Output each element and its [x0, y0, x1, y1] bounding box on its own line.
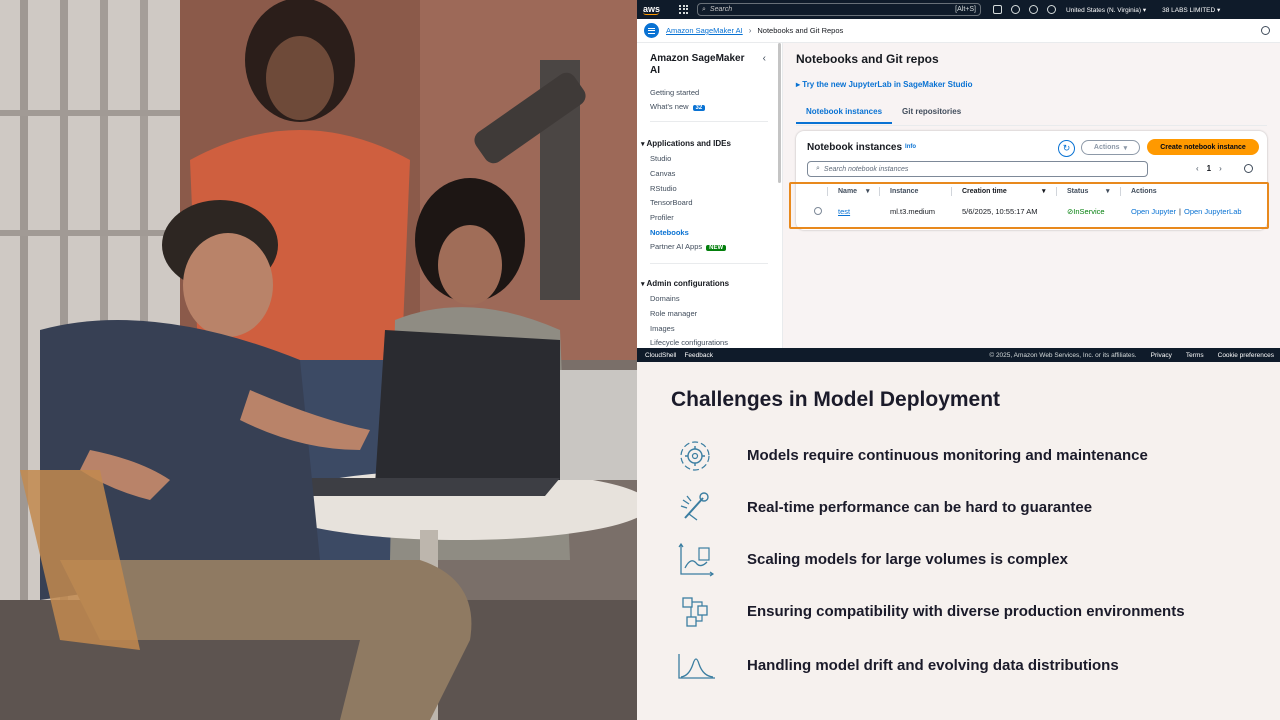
caret-down-icon: ▾ — [1123, 144, 1128, 152]
menu-toggle-icon[interactable] — [644, 23, 659, 38]
next-page-icon[interactable]: › — [1219, 164, 1222, 173]
sidebar-item-lifecycle-configurations[interactable]: Lifecycle configurations — [650, 338, 728, 347]
tab-divider — [796, 125, 1267, 126]
page-title: Notebooks and Git repos — [796, 52, 939, 66]
bullet-text: Models require continuous monitoring and… — [747, 447, 1148, 464]
aws-top-navigation: aws ⌕ Search [Alt+S] United States (N. V… — [637, 0, 1280, 19]
bullet-text: Handling model drift and evolving data d… — [747, 657, 1119, 674]
notifications-bell-icon[interactable] — [1011, 5, 1020, 14]
table-preferences-gear-icon[interactable] — [1244, 164, 1253, 173]
tab-git-repositories[interactable]: Git repositories — [892, 105, 971, 124]
gear-cycle-icon — [680, 441, 710, 471]
sidebar-item-whats-new[interactable]: What's new 32 — [650, 102, 706, 111]
bullet-item: Models require continuous monitoring and… — [671, 436, 1271, 476]
sidebar-scrollbar[interactable] — [778, 43, 781, 183]
sidebar-section-applications[interactable]: Applications and IDEs — [641, 139, 730, 148]
distribution-curve-icon — [678, 654, 715, 679]
actions-label: Actions — [1093, 144, 1120, 151]
panel-title-text: Notebook instances — [807, 142, 903, 153]
bullet-item: Ensuring compatibility with diverse prod… — [671, 592, 1271, 632]
sidebar-item-role-manager[interactable]: Role manager — [650, 309, 697, 318]
search-placeholder: Search — [709, 6, 733, 13]
search-icon: ⌕ — [816, 165, 820, 172]
breadcrumb-parent-link[interactable]: Amazon SageMaker AI — [666, 26, 743, 35]
global-search-input[interactable]: ⌕ Search [Alt+S] — [697, 3, 981, 16]
account-menu[interactable]: 38 LABS LIMITED ▾ — [1162, 6, 1220, 14]
settings-gear-icon[interactable] — [1047, 5, 1056, 14]
row-highlight-box — [789, 182, 1269, 229]
bullet-item: Scaling models for large volumes is comp… — [671, 540, 1271, 580]
sidebar-collapse-icon[interactable]: ‹ — [763, 53, 766, 64]
sidebar-item-notebooks[interactable]: Notebooks — [650, 228, 689, 237]
count-badge: 32 — [692, 105, 706, 111]
create-notebook-instance-button[interactable]: Create notebook instance — [1147, 139, 1259, 155]
pagination: ‹ 1 › — [1196, 164, 1222, 173]
panel-title: Notebook instances Info — [807, 142, 916, 153]
search-shortcut: [Alt+S] — [955, 6, 976, 13]
sidebar-divider — [650, 121, 768, 122]
bullet-item: Real-time performance can be hard to gua… — [671, 488, 1271, 528]
speed-tool-icon — [680, 492, 709, 521]
services-grid-icon[interactable] — [679, 4, 689, 15]
tab-notebook-instances[interactable]: Notebook instances — [796, 105, 893, 124]
aws-console-screenshot: aws ⌕ Search [Alt+S] United States (N. V… — [637, 0, 1280, 362]
sidebar-item-domains[interactable]: Domains — [650, 294, 680, 303]
cloudshell-link[interactable]: CloudShell — [645, 352, 676, 359]
search-placeholder: Search notebook instances — [823, 165, 909, 173]
new-badge: NEW — [706, 245, 727, 251]
bullet-item: Handling model drift and evolving data d… — [671, 646, 1271, 686]
bullet-text: Scaling models for large volumes is comp… — [747, 551, 1068, 568]
page-number[interactable]: 1 — [1207, 164, 1211, 173]
breadcrumb-current: Notebooks and Git Repos — [757, 26, 844, 35]
sidebar-section-admin[interactable]: Admin configurations — [641, 279, 729, 288]
prev-page-icon[interactable]: ‹ — [1196, 164, 1199, 173]
page-settings-gear-icon[interactable] — [1261, 26, 1270, 35]
cookie-preferences-link[interactable]: Cookie preferences — [1218, 352, 1274, 359]
try-jupyterlab-link[interactable]: Try the new JupyterLab in SageMaker Stud… — [796, 80, 972, 89]
sidebar-navigation: Amazon SageMaker AI ‹ Getting started Wh… — [637, 43, 783, 348]
aws-logo[interactable]: aws — [643, 3, 673, 15]
scaling-chart-icon — [678, 542, 715, 577]
breadcrumb-bar: Amazon SageMaker AI › Notebooks and Git … — [637, 19, 1280, 43]
privacy-link[interactable]: Privacy — [1151, 352, 1172, 359]
aws-logo-text: aws — [643, 3, 661, 14]
notebook-search-input[interactable]: ⌕ Search notebook instances — [807, 161, 1148, 177]
region-selector[interactable]: United States (N. Virginia) ▾ — [1066, 6, 1146, 14]
console-footer: CloudShell Feedback © 2025, Amazon Web S… — [637, 348, 1280, 362]
breadcrumb-chevron-icon: › — [748, 26, 752, 35]
refresh-icon[interactable]: ↻ — [1058, 140, 1075, 157]
sidebar-item-rstudio[interactable]: RStudio — [650, 184, 677, 193]
sidebar-item-label: Partner AI Apps — [650, 242, 703, 251]
sidebar-divider — [650, 263, 768, 264]
bullet-text: Real-time performance can be hard to gua… — [747, 499, 1093, 516]
connected-blocks-icon — [682, 597, 708, 627]
tabs: Notebook instances Git repositories — [796, 105, 971, 124]
terms-link[interactable]: Terms — [1186, 352, 1204, 359]
sidebar-item-getting-started[interactable]: Getting started — [650, 88, 699, 97]
sidebar-item-studio[interactable]: Studio — [650, 154, 671, 163]
sidebar-item-partner-ai-apps[interactable]: Partner AI Apps NEW — [650, 242, 727, 251]
feedback-link[interactable]: Feedback — [684, 352, 713, 359]
sidebar-item-canvas[interactable]: Canvas — [650, 169, 675, 178]
bullet-text: Ensuring compatibility with diverse prod… — [747, 603, 1185, 620]
cloudshell-icon[interactable] — [993, 5, 1002, 14]
info-link[interactable]: Info — [905, 144, 916, 150]
help-icon[interactable] — [1029, 5, 1038, 14]
copyright-text: © 2025, Amazon Web Services, Inc. or its… — [989, 351, 1137, 359]
sidebar-item-images[interactable]: Images — [650, 324, 675, 333]
sidebar-item-label: What's new — [650, 102, 689, 111]
actions-dropdown-button[interactable]: Actions ▾ — [1081, 140, 1140, 155]
sidebar-title: Amazon SageMaker AI — [650, 53, 745, 76]
slide-title: Challenges in Model Deployment — [671, 388, 1001, 411]
search-icon: ⌕ — [702, 5, 706, 13]
sidebar-item-profiler[interactable]: Profiler — [650, 213, 674, 222]
sidebar-item-tensorboard[interactable]: TensorBoard — [650, 198, 693, 207]
stock-photo-team-at-laptop — [0, 0, 637, 720]
slide-panel: Challenges in Model Deployment Models re… — [637, 362, 1280, 720]
